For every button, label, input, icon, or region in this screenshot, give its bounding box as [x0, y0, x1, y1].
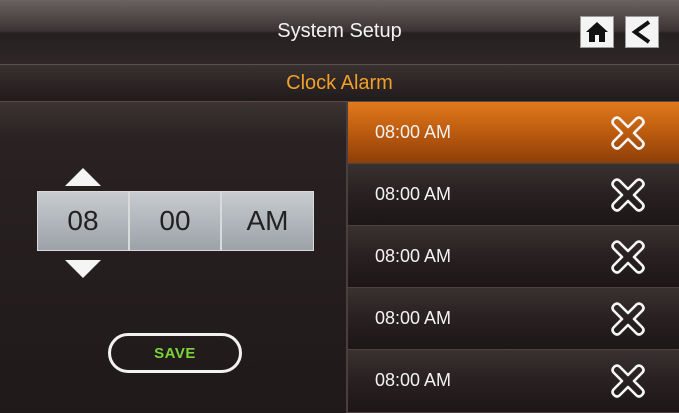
alarm-time: 08:00 AM [375, 184, 452, 204]
alarm-time: 08:00 AM [375, 246, 452, 266]
close-icon[interactable] [608, 363, 648, 399]
alarm-list: 08:00 AM 08:00 AM 08:00 AM 08:00 AM 08:0… [348, 102, 679, 413]
minute-field[interactable]: 00 [129, 191, 221, 251]
close-icon[interactable] [608, 115, 648, 151]
hour-field[interactable]: 08 [37, 191, 129, 251]
triangle-down-icon[interactable] [65, 260, 101, 278]
close-icon[interactable] [608, 301, 648, 337]
back-button[interactable] [625, 16, 659, 48]
close-icon[interactable] [608, 239, 648, 275]
header-bar: System Setup [0, 0, 679, 65]
alarm-time: 08:00 AM [375, 370, 452, 390]
alarm-time: 08:00 AM [375, 122, 452, 142]
alarm-time: 08:00 AM [375, 308, 452, 328]
alarm-row-2[interactable]: 08:00 AM [348, 164, 679, 226]
close-icon[interactable] [608, 177, 648, 213]
ampm-field[interactable]: AM [221, 191, 314, 251]
alarm-row-3[interactable]: 08:00 AM [348, 226, 679, 288]
triangle-up-icon[interactable] [65, 168, 101, 186]
back-arrow-icon [631, 20, 651, 44]
home-icon [586, 22, 608, 42]
section-title: Clock Alarm [286, 72, 393, 94]
alarm-row-1[interactable]: 08:00 AM [348, 102, 679, 164]
section-header: Clock Alarm [0, 65, 679, 102]
alarm-row-4[interactable]: 08:00 AM [348, 288, 679, 350]
alarm-row-5[interactable]: 08:00 AM [348, 350, 679, 413]
save-button[interactable]: SAVE [108, 333, 242, 373]
page-title: System Setup [277, 20, 402, 42]
home-button[interactable] [580, 16, 614, 48]
